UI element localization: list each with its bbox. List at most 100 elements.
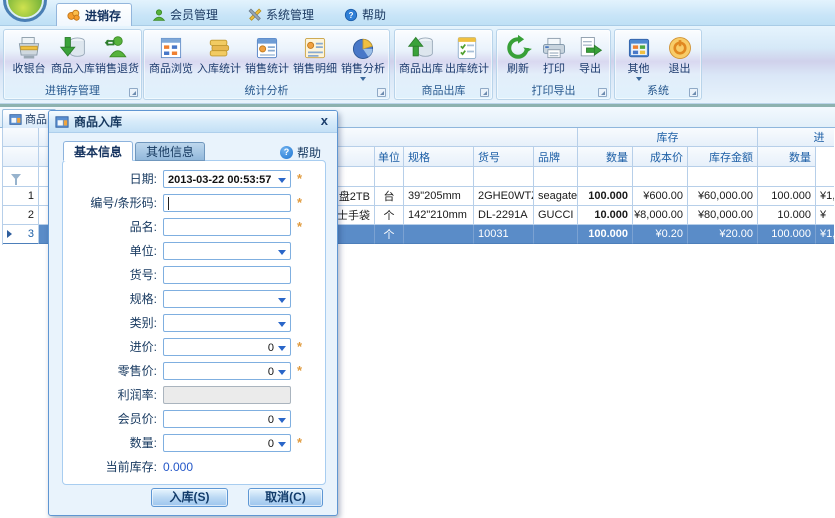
filter-funnel-icon[interactable]	[11, 174, 21, 180]
grid-filter-cell[interactable]	[3, 167, 39, 187]
grid-col-header[interactable]: 货号	[474, 147, 534, 167]
grid-col-header[interactable]: 单位	[375, 147, 404, 167]
retail-price-input[interactable]: 0	[163, 362, 291, 380]
chevron-down-icon[interactable]	[278, 178, 286, 183]
grid-cell[interactable]: 10031	[474, 225, 534, 244]
grid-cell[interactable]: 100.000	[578, 187, 633, 206]
group-dialog-launcher-icon[interactable]	[689, 88, 698, 97]
grid-cell[interactable]: ¥1,0	[816, 187, 834, 206]
grid-filter-cell[interactable]	[578, 167, 633, 187]
ribbon-tab-purchase-sale-inventory[interactable]: 进销存	[56, 3, 132, 26]
grid-cell[interactable]: ¥80,000.00	[688, 206, 758, 225]
grid-cell[interactable]: 2GHE0WTZ	[474, 187, 534, 206]
stock-out-stats-button[interactable]: 出库统计	[444, 32, 490, 84]
ribbon-tab-system-management[interactable]: 系统管理	[238, 3, 324, 26]
dialog-title-bar[interactable]: 商品入库	[49, 111, 337, 133]
stock-in-submit-button[interactable]: 入库(S)	[151, 488, 228, 507]
grid-col-header[interactable]: 规格	[404, 147, 474, 167]
sales-return-button[interactable]: 销售退货	[95, 32, 139, 84]
grid-cell[interactable]: 台	[375, 187, 404, 206]
grid-col-header[interactable]: 成本价	[633, 147, 688, 167]
grid-cell[interactable]: ¥0.20	[633, 225, 688, 244]
date-input[interactable]: 2013-03-22 00:53:57	[163, 170, 291, 188]
chevron-down-icon[interactable]	[278, 250, 286, 255]
grid-cell[interactable]: 个	[375, 225, 404, 244]
grid-cell[interactable]: ¥60,000.00	[688, 187, 758, 206]
grid-cell[interactable]: ¥600.00	[633, 187, 688, 206]
tab-basic-info[interactable]: 基本信息	[63, 141, 133, 161]
exit-button[interactable]: 退出	[659, 32, 700, 84]
purchase-price-input[interactable]: 0	[163, 338, 291, 356]
grid-filter-cell[interactable]	[375, 167, 404, 187]
row-number[interactable]: 1	[3, 187, 39, 206]
chevron-down-icon[interactable]	[278, 298, 286, 303]
unit-input[interactable]	[163, 242, 291, 260]
grid-cell[interactable]: 142"210mm	[404, 206, 474, 225]
grid-filter-cell[interactable]	[474, 167, 534, 187]
grid-cell[interactable]	[404, 225, 474, 244]
grid-filter-cell[interactable]	[404, 167, 474, 187]
spec-input[interactable]	[163, 290, 291, 308]
grid-cell[interactable]: seagate	[534, 187, 578, 206]
grid-cell[interactable]: 10.000	[578, 206, 633, 225]
other-button[interactable]: 其他	[618, 32, 659, 84]
chevron-down-icon[interactable]	[278, 346, 286, 351]
grid-col-header-rownum[interactable]	[3, 147, 39, 167]
chevron-down-icon[interactable]	[278, 370, 286, 375]
grid-cell[interactable]: 100.000	[578, 225, 633, 244]
sales-stats-button[interactable]: 销售统计	[243, 32, 291, 84]
cancel-button[interactable]: 取消(C)	[248, 488, 323, 507]
product-name-input[interactable]	[163, 218, 291, 236]
stock-out-button[interactable]: 商品出库	[398, 32, 444, 84]
item-no-input[interactable]	[163, 266, 291, 284]
member-price-input[interactable]: 0	[163, 410, 291, 428]
print-button[interactable]: 打印	[536, 32, 572, 84]
grid-cell[interactable]: ¥	[816, 206, 834, 225]
grid-col-header[interactable]: 数量	[578, 147, 633, 167]
grid-col-header[interactable]: 数量	[758, 147, 816, 167]
sales-analysis-button[interactable]: 销售分析	[339, 32, 387, 84]
grid-filter-cell[interactable]	[534, 167, 578, 187]
row-number[interactable]: 3	[3, 225, 39, 244]
sales-detail-button[interactable]: 销售明细	[291, 32, 339, 84]
close-icon[interactable]: x	[321, 113, 328, 128]
code-barcode-input[interactable]	[163, 194, 291, 212]
grid-cell[interactable]: 100.000	[758, 187, 816, 206]
group-dialog-launcher-icon[interactable]	[377, 88, 386, 97]
grid-cell[interactable]: 100.000	[758, 225, 816, 244]
product-browse-button[interactable]: 商品浏览	[147, 32, 195, 84]
row-number[interactable]: 2	[3, 206, 39, 225]
stock-in-stats-button[interactable]: 入库统计	[195, 32, 243, 84]
grid-cell[interactable]: ¥20.00	[688, 225, 758, 244]
export-button[interactable]: 导出	[572, 32, 608, 84]
tab-other-info[interactable]: 其他信息	[135, 142, 205, 161]
help-link[interactable]: ? 帮助	[280, 144, 321, 161]
ribbon-tab-help[interactable]: ?帮助	[334, 3, 396, 26]
refresh-button[interactable]: 刷新	[500, 32, 536, 84]
group-dialog-launcher-icon[interactable]	[129, 88, 138, 97]
app-menu-orb[interactable]	[3, 0, 47, 22]
grid-cell[interactable]	[534, 225, 578, 244]
category-input[interactable]	[163, 314, 291, 332]
grid-cell[interactable]: ¥1,0	[816, 225, 834, 244]
quantity-input[interactable]: 0	[163, 434, 291, 452]
cashier-button[interactable]: 收银台	[7, 32, 51, 84]
stock-in-button[interactable]: 商品入库	[51, 32, 95, 84]
grid-cell[interactable]: 39"205mm	[404, 187, 474, 206]
group-dialog-launcher-icon[interactable]	[480, 88, 489, 97]
ribbon-tab-member-management[interactable]: 会员管理	[142, 3, 228, 26]
chevron-down-icon[interactable]	[278, 418, 286, 423]
chevron-down-icon[interactable]	[278, 442, 286, 447]
grid-filter-cell[interactable]	[633, 167, 688, 187]
grid-col-header[interactable]: 品牌	[534, 147, 578, 167]
grid-cell[interactable]: 10.000	[758, 206, 816, 225]
grid-col-header[interactable]: 库存金额	[688, 147, 758, 167]
grid-cell[interactable]: GUCCI	[534, 206, 578, 225]
grid-filter-cell[interactable]	[758, 167, 816, 187]
grid-filter-cell[interactable]	[688, 167, 758, 187]
grid-cell[interactable]: 个	[375, 206, 404, 225]
grid-cell[interactable]: DL-2291A	[474, 206, 534, 225]
grid-filter-cell[interactable]	[816, 167, 834, 187]
grid-cell[interactable]: ¥8,000.00	[633, 206, 688, 225]
group-dialog-launcher-icon[interactable]	[598, 88, 607, 97]
